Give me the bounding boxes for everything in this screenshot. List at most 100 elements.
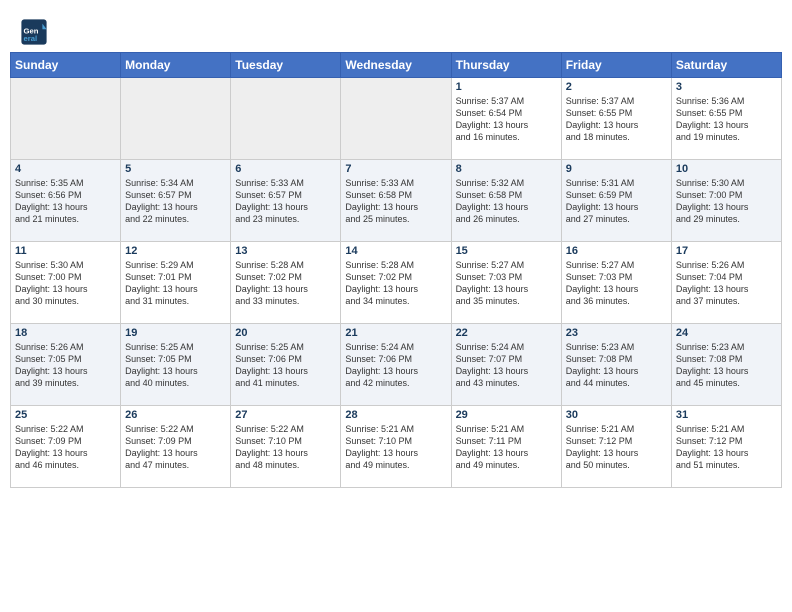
day-number: 20: [235, 327, 336, 339]
day-info: Sunrise: 5:25 AMSunset: 7:05 PMDaylight:…: [125, 341, 226, 390]
day-info: Sunrise: 5:37 AMSunset: 6:55 PMDaylight:…: [566, 95, 667, 144]
day-cell: 23 Sunrise: 5:23 AMSunset: 7:08 PMDayligh…: [561, 324, 671, 406]
day-info: Sunrise: 5:28 AMSunset: 7:02 PMDaylight:…: [235, 259, 336, 308]
day-number: 18: [15, 327, 116, 339]
day-cell: 6 Sunrise: 5:33 AMSunset: 6:57 PMDaylight…: [231, 160, 341, 242]
weekday-header-saturday: Saturday: [671, 53, 781, 78]
day-number: 2: [566, 81, 667, 93]
day-cell: [11, 78, 121, 160]
day-cell: 17Sunrise: 5:26 AMSunset: 7:04 PMDayligh…: [671, 242, 781, 324]
day-cell: [231, 78, 341, 160]
day-number: 15: [456, 245, 557, 257]
day-cell: 4Sunrise: 5:35 AMSunset: 6:56 PMDaylight…: [11, 160, 121, 242]
day-number: 11: [15, 245, 116, 257]
day-number: 25: [15, 409, 116, 421]
day-cell: 9Sunrise: 5:31 AMSunset: 6:59 PMDaylight…: [561, 160, 671, 242]
day-number: 9: [566, 163, 667, 175]
day-info: Sunrise: 5:33 AMSunset: 6:58 PMDaylight:…: [345, 177, 446, 226]
weekday-header-sunday: Sunday: [11, 53, 121, 78]
day-cell: 29Sunrise: 5:21 AMSunset: 7:11 PMDayligh…: [451, 406, 561, 488]
day-number: 12: [125, 245, 226, 257]
day-cell: 12 Sunrise: 5:29 AMSunset: 7:01 PMDayligh…: [121, 242, 231, 324]
day-cell: 13Sunrise: 5:28 AMSunset: 7:02 PMDayligh…: [231, 242, 341, 324]
day-info: Sunrise: 5:23 AMSunset: 7:08 PMDaylight:…: [566, 341, 667, 390]
day-info: Sunrise: 5:27 AMSunset: 7:03 PMDaylight:…: [566, 259, 667, 308]
day-cell: 28 Sunrise: 5:21 AMSunset: 7:10 PMDayligh…: [341, 406, 451, 488]
week-row-5: 25 Sunrise: 5:22 AMSunset: 7:09 PMDayligh…: [11, 406, 782, 488]
day-cell: 16 Sunrise: 5:27 AMSunset: 7:03 PMDayligh…: [561, 242, 671, 324]
day-info: Sunrise: 5:37 AMSunset: 6:54 PMDaylight:…: [456, 95, 557, 144]
day-cell: 22 Sunrise: 5:24 AMSunset: 7:07 PMDayligh…: [451, 324, 561, 406]
day-cell: 11 Sunrise: 5:30 AMSunset: 7:00 PMDayligh…: [11, 242, 121, 324]
day-info: Sunrise: 5:30 AMSunset: 7:00 PMDaylight:…: [15, 259, 116, 308]
weekday-header-thursday: Thursday: [451, 53, 561, 78]
day-cell: 25 Sunrise: 5:22 AMSunset: 7:09 PMDayligh…: [11, 406, 121, 488]
logo: Gen eral: [20, 18, 52, 46]
day-cell: 24 Sunrise: 5:23 AMSunset: 7:08 PMDayligh…: [671, 324, 781, 406]
day-number: 7: [345, 163, 446, 175]
day-number: 17: [676, 245, 777, 257]
day-info: Sunrise: 5:28 AMSunset: 7:02 PMDaylight:…: [345, 259, 446, 308]
day-number: 26: [125, 409, 226, 421]
day-number: 24: [676, 327, 777, 339]
day-info: Sunrise: 5:34 AMSunset: 6:57 PMDaylight:…: [125, 177, 226, 226]
week-row-3: 11 Sunrise: 5:30 AMSunset: 7:00 PMDayligh…: [11, 242, 782, 324]
day-number: 3: [676, 81, 777, 93]
day-number: 29: [456, 409, 557, 421]
day-cell: 8 Sunrise: 5:32 AMSunset: 6:58 PMDaylight…: [451, 160, 561, 242]
day-number: 28: [345, 409, 446, 421]
day-info: Sunrise: 5:24 AMSunset: 7:06 PMDaylight:…: [345, 341, 446, 390]
week-row-4: 18 Sunrise: 5:26 AMSunset: 7:05 PMDayligh…: [11, 324, 782, 406]
day-info: Sunrise: 5:29 AMSunset: 7:01 PMDaylight:…: [125, 259, 226, 308]
day-cell: 31Sunrise: 5:21 AMSunset: 7:12 PMDayligh…: [671, 406, 781, 488]
day-info: Sunrise: 5:30 AMSunset: 7:00 PMDaylight:…: [676, 177, 777, 226]
day-cell: 27 Sunrise: 5:22 AMSunset: 7:10 PMDayligh…: [231, 406, 341, 488]
weekday-header-monday: Monday: [121, 53, 231, 78]
calendar: SundayMondayTuesdayWednesdayThursdayFrid…: [10, 52, 782, 488]
day-cell: 26 Sunrise: 5:22 AMSunset: 7:09 PMDayligh…: [121, 406, 231, 488]
day-cell: 7 Sunrise: 5:33 AMSunset: 6:58 PMDaylight…: [341, 160, 451, 242]
day-info: Sunrise: 5:23 AMSunset: 7:08 PMDaylight:…: [676, 341, 777, 390]
day-cell: [341, 78, 451, 160]
weekday-header-wednesday: Wednesday: [341, 53, 451, 78]
day-cell: 30 Sunrise: 5:21 AMSunset: 7:12 PMDayligh…: [561, 406, 671, 488]
day-cell: 3Sunrise: 5:36 AMSunset: 6:55 PMDaylight…: [671, 78, 781, 160]
day-number: 30: [566, 409, 667, 421]
day-info: Sunrise: 5:22 AMSunset: 7:10 PMDaylight:…: [235, 423, 336, 472]
day-info: Sunrise: 5:35 AMSunset: 6:56 PMDaylight:…: [15, 177, 116, 226]
day-cell: 21 Sunrise: 5:24 AMSunset: 7:06 PMDayligh…: [341, 324, 451, 406]
day-cell: [121, 78, 231, 160]
day-info: Sunrise: 5:26 AMSunset: 7:05 PMDaylight:…: [15, 341, 116, 390]
day-info: Sunrise: 5:21 AMSunset: 7:12 PMDaylight:…: [676, 423, 777, 472]
day-cell: 15 Sunrise: 5:27 AMSunset: 7:03 PMDayligh…: [451, 242, 561, 324]
day-number: 27: [235, 409, 336, 421]
day-number: 16: [566, 245, 667, 257]
day-info: Sunrise: 5:21 AMSunset: 7:12 PMDaylight:…: [566, 423, 667, 472]
day-number: 14: [345, 245, 446, 257]
week-row-1: 1Sunrise: 5:37 AMSunset: 6:54 PMDaylight…: [11, 78, 782, 160]
day-number: 22: [456, 327, 557, 339]
svg-text:eral: eral: [24, 34, 38, 43]
weekday-header-friday: Friday: [561, 53, 671, 78]
day-info: Sunrise: 5:33 AMSunset: 6:57 PMDaylight:…: [235, 177, 336, 226]
header: Gen eral: [10, 10, 782, 52]
day-info: Sunrise: 5:22 AMSunset: 7:09 PMDaylight:…: [125, 423, 226, 472]
day-cell: 18 Sunrise: 5:26 AMSunset: 7:05 PMDayligh…: [11, 324, 121, 406]
day-info: Sunrise: 5:27 AMSunset: 7:03 PMDaylight:…: [456, 259, 557, 308]
day-cell: 2 Sunrise: 5:37 AMSunset: 6:55 PMDaylight…: [561, 78, 671, 160]
day-cell: 20Sunrise: 5:25 AMSunset: 7:06 PMDayligh…: [231, 324, 341, 406]
day-cell: 5 Sunrise: 5:34 AMSunset: 6:57 PMDaylight…: [121, 160, 231, 242]
day-number: 23: [566, 327, 667, 339]
day-info: Sunrise: 5:32 AMSunset: 6:58 PMDaylight:…: [456, 177, 557, 226]
day-info: Sunrise: 5:24 AMSunset: 7:07 PMDaylight:…: [456, 341, 557, 390]
day-info: Sunrise: 5:22 AMSunset: 7:09 PMDaylight:…: [15, 423, 116, 472]
week-row-2: 4Sunrise: 5:35 AMSunset: 6:56 PMDaylight…: [11, 160, 782, 242]
day-number: 5: [125, 163, 226, 175]
weekday-header-tuesday: Tuesday: [231, 53, 341, 78]
day-number: 8: [456, 163, 557, 175]
day-number: 21: [345, 327, 446, 339]
day-cell: 10Sunrise: 5:30 AMSunset: 7:00 PMDayligh…: [671, 160, 781, 242]
day-number: 6: [235, 163, 336, 175]
day-info: Sunrise: 5:21 AMSunset: 7:10 PMDaylight:…: [345, 423, 446, 472]
day-cell: 1Sunrise: 5:37 AMSunset: 6:54 PMDaylight…: [451, 78, 561, 160]
